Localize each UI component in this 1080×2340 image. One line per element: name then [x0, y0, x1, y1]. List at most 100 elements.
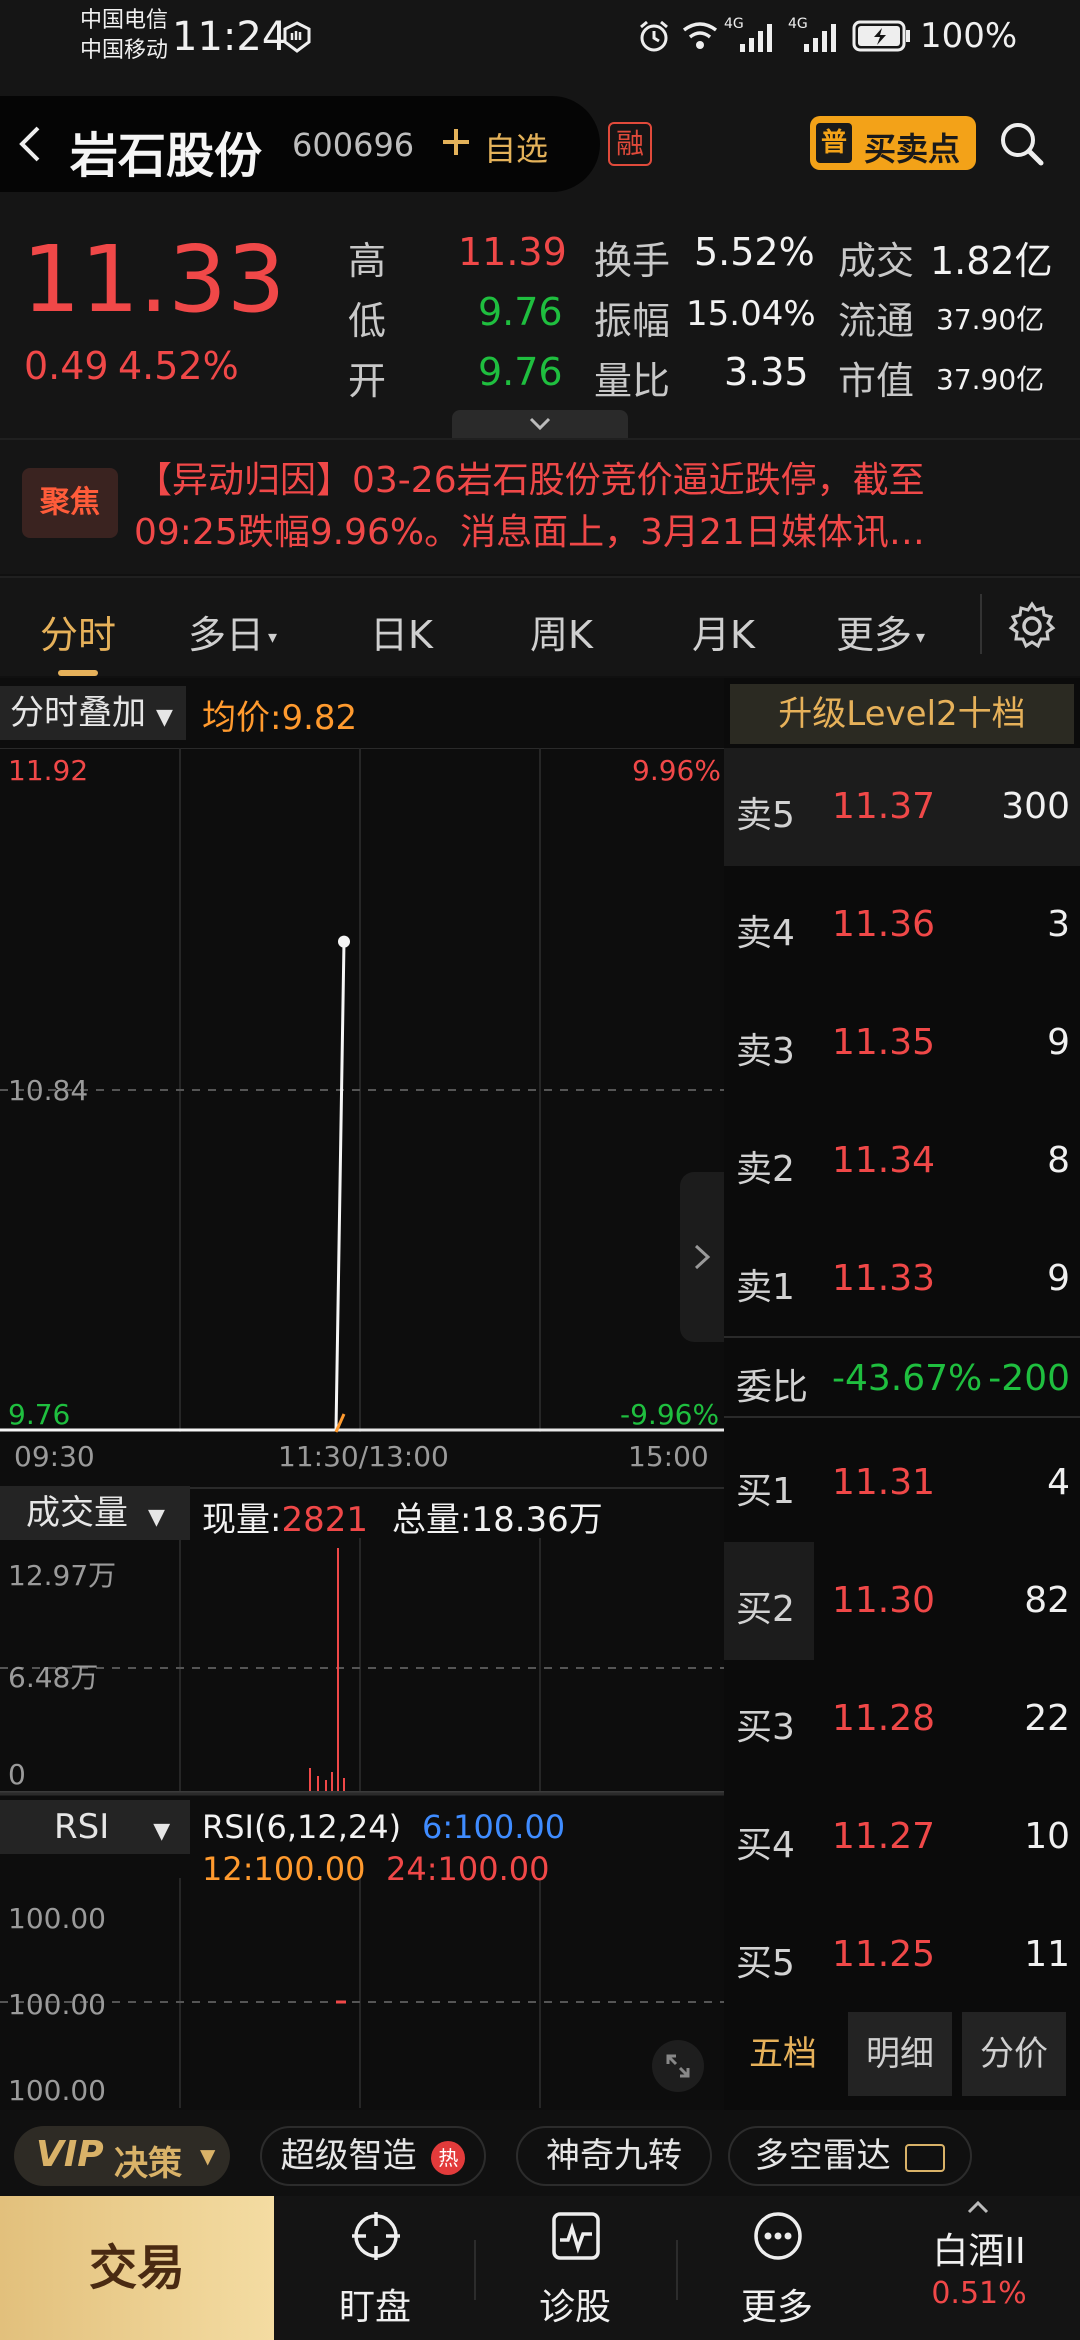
caret-down-icon: ▾: [268, 627, 278, 648]
quote-label-mktcap: 市值: [838, 359, 915, 403]
caret-down-icon: ▼: [156, 705, 173, 730]
margin-badge[interactable]: 融: [608, 122, 652, 166]
signal-icon-2: [800, 20, 840, 54]
ask-label: 卖4: [736, 913, 795, 954]
buysell-points-button[interactable]: 普 买卖点: [810, 116, 976, 170]
price-axis-top: 11.92: [8, 754, 89, 787]
tab-weekly-k[interactable]: 周K: [530, 604, 593, 659]
volume-indicator-dropdown[interactable]: 成交量 ▼: [0, 1486, 190, 1540]
quote-value-low: 9.76: [478, 290, 563, 334]
tab-details[interactable]: 明细: [848, 2012, 952, 2096]
back-icon[interactable]: [10, 122, 50, 166]
watch-nav-item[interactable]: 盯盘: [300, 2210, 450, 2330]
bull-bear-radar-chip[interactable]: 多空雷达: [728, 2126, 972, 2186]
vip-suffix: 决策: [114, 2144, 182, 2184]
rsi-params: RSI(6,12,24): [202, 1808, 402, 1846]
bid-label: 买2: [736, 1589, 795, 1630]
bid-volume: 22: [1024, 1698, 1070, 1739]
tab-five-levels[interactable]: 五档: [730, 2012, 836, 2096]
more-label: 更多: [740, 2287, 813, 2328]
plus-icon[interactable]: [440, 126, 472, 158]
price-change-pct: 4.52%: [118, 344, 239, 388]
search-icon[interactable]: [996, 118, 1046, 168]
bid-price: 11.28: [832, 1698, 936, 1739]
tab-multiday[interactable]: 多日 ▾: [188, 604, 277, 659]
ask-volume: 9: [1047, 1258, 1070, 1299]
intraday-chart-svg: [0, 748, 724, 2108]
ratio-label: 委比: [736, 1367, 809, 1408]
ask-price: 11.34: [832, 1140, 936, 1181]
tab-intraday[interactable]: 分时: [40, 604, 116, 659]
caret-down-icon: ▼: [148, 1505, 165, 1530]
ask-volume: 300: [1001, 786, 1070, 827]
tab-more[interactable]: 更多 ▾: [836, 604, 925, 659]
magic-nine-chip[interactable]: 神奇九转: [516, 2126, 712, 2186]
bid-price: 11.25: [832, 1934, 936, 1975]
bid-volume: 4: [1047, 1462, 1070, 1503]
clock: 11:24: [172, 14, 288, 60]
price-last-point: [338, 935, 350, 948]
bid-price: 11.27: [832, 1816, 936, 1857]
battery-percent: 100%: [920, 16, 1018, 56]
bid-label: 买4: [736, 1825, 795, 1866]
vol-axis-top: 12.97万: [8, 1559, 117, 1592]
vip-decision-button[interactable]: VIP 决策 ▼: [14, 2126, 230, 2186]
bid-volume: 82: [1024, 1580, 1070, 1621]
ask-row-3: 卖3 11.35 9: [724, 984, 1080, 1102]
bid-label: 买3: [736, 1707, 795, 1748]
collapse-quote-button[interactable]: [452, 410, 628, 438]
expand-book-handle[interactable]: [680, 1172, 724, 1342]
tab-multiday-label: 多日: [188, 613, 265, 657]
stock-code: 600696: [292, 126, 415, 164]
ask-price: 11.33: [832, 1258, 936, 1299]
fullscreen-icon[interactable]: [652, 2040, 704, 2092]
overlay-dropdown[interactable]: 分时叠加 ▼: [0, 686, 186, 740]
sector-widget[interactable]: 白酒II 0.51%: [894, 2200, 1064, 2336]
price-axis-bottom: 9.76: [8, 1398, 71, 1431]
tab-monthly-k[interactable]: 月K: [692, 604, 755, 659]
quote-label-amplitude: 振幅: [594, 299, 671, 343]
trade-button[interactable]: 交易: [0, 2196, 274, 2340]
price-change: 0.49: [24, 344, 109, 388]
more-nav-item[interactable]: 更多: [702, 2210, 852, 2330]
quote-label-volume: 成交: [838, 239, 915, 283]
ask-label: 卖5: [736, 795, 795, 836]
bid-price: 11.30: [832, 1580, 936, 1621]
upgrade-level2-button[interactable]: 升级Level2十档: [730, 684, 1074, 744]
diagnose-nav-item[interactable]: 诊股: [500, 2210, 650, 2330]
ask-label: 卖1: [736, 1267, 795, 1308]
tab-daily-k[interactable]: 日K: [370, 604, 433, 659]
hot-badge: 热: [431, 2140, 466, 2175]
buysell-label: 买卖点: [864, 130, 961, 168]
buysell-prefix: 普: [816, 123, 852, 163]
gear-icon[interactable]: [1006, 600, 1058, 652]
rsi-axis-mid: 100.00: [8, 1988, 106, 2021]
vol-axis-bottom: 0: [8, 1758, 26, 1791]
bull-bear-radar-label: 多空雷达: [754, 2136, 891, 2176]
quote-label-open: 开: [348, 359, 387, 403]
quote-label-high: 高: [348, 239, 387, 283]
super-manufacture-chip[interactable]: 超级智造 热: [260, 2126, 486, 2186]
active-tab-underline: [58, 670, 98, 676]
bid-row-5: 买5 11.25 11: [724, 1896, 1080, 2014]
time-axis-mid: 11:30/13:00: [278, 1440, 449, 1473]
overlay-label: 分时叠加: [10, 693, 146, 733]
sector-name: 白酒II: [932, 2231, 1026, 2272]
signal-icon: [736, 20, 776, 54]
quote-value-turnover: 5.52%: [694, 230, 815, 274]
quote-value-volume: 1.82亿: [930, 239, 1053, 283]
news-line-1: 【异动归因】03-26岩石股份竞价逼近跌停，截至: [136, 460, 925, 501]
ask-row-1: 卖1 11.33 9: [724, 1220, 1080, 1338]
chevron-right-icon: [694, 1244, 711, 1270]
rsi-indicator-dropdown[interactable]: RSI ▼: [0, 1800, 190, 1854]
vol-axis-mid: 6.48万: [8, 1661, 99, 1694]
focus-badge: 聚焦: [22, 468, 118, 538]
quote-label-float: 流通: [838, 299, 915, 343]
add-watchlist-button[interactable]: 自选: [484, 124, 548, 170]
rsi6-value: 6:100.00: [422, 1808, 566, 1846]
ask-volume: 9: [1047, 1022, 1070, 1063]
sector-change: 0.51%: [931, 2276, 1027, 2311]
ask-volume: 3: [1047, 904, 1070, 945]
tab-price-split[interactable]: 分价: [962, 2012, 1066, 2096]
pct-axis-top: 9.96%: [632, 754, 721, 787]
